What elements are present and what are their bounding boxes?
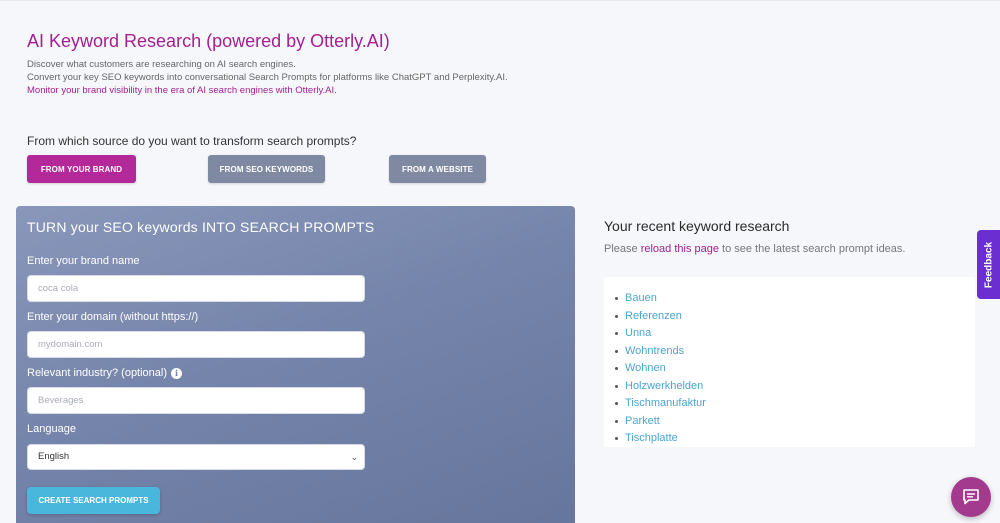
list-item: Holzwerkhelden [604,379,975,397]
keyword-link[interactable]: Wohntrends [625,345,684,357]
recent-research-title: Your recent keyword research [604,218,790,234]
list-item: Tischplatte [604,431,975,449]
keyword-link[interactable]: Holzwerkhelden [625,380,703,392]
create-search-prompts-button[interactable]: CREATE SEARCH PROMPTS [27,487,160,514]
from-website-button[interactable]: FROM A WEBSITE [389,155,486,183]
domain-label: Enter your domain (without https://) [27,311,199,323]
header: AI Keyword Research (powered by Otterly.… [27,30,747,97]
otterly-link[interactable]: Monitor your brand visibility in the era… [27,84,747,97]
page-title: AI Keyword Research (powered by Otterly.… [27,31,390,51]
page: AI Keyword Research (powered by Otterly.… [0,0,1000,523]
language-select[interactable]: English ⌄ [27,444,365,470]
hint-prefix: Please [604,243,641,255]
brand-name-input[interactable] [27,275,365,302]
from-brand-button[interactable]: FROM YOUR BRAND [27,155,136,183]
keyword-link[interactable]: Unna [625,327,651,339]
industry-input[interactable] [27,387,365,414]
hint-suffix: to see the latest search prompt ideas. [718,243,906,255]
keyword-link[interactable]: Referenzen [625,310,682,322]
feedback-label: Feedback [983,241,994,288]
industry-label-row: Relevant industry? (optional) i [27,367,183,379]
description-line-2: Convert your key SEO keywords into conve… [27,72,508,83]
language-selected-value: English [38,451,70,462]
language-label: Language [27,423,76,435]
list-item: Tischmanufaktur [604,396,975,414]
source-question: From which source do you want to transfo… [27,134,357,148]
description-line-1: Discover what customers are researching … [27,59,296,70]
chat-launcher-button[interactable] [951,477,991,517]
keyword-link[interactable]: Wohnen [625,362,666,374]
info-icon[interactable]: i [171,368,183,379]
list-item: Unna [604,326,975,344]
chat-icon [963,489,979,505]
form-title: TURN your SEO keywords INTO SEARCH PROMP… [27,219,375,235]
list-item: Wohnen [604,361,975,379]
list-item: Parkett [604,414,975,432]
keyword-link[interactable]: Bauen [625,292,657,304]
keyword-link[interactable]: Parkett [625,415,660,427]
from-seo-keywords-button[interactable]: FROM SEO KEYWORDS [208,155,325,183]
prompt-form-panel: TURN your SEO keywords INTO SEARCH PROMP… [16,206,575,523]
recent-research-hint: Please reload this page to see the lates… [604,243,905,255]
list-item: Referenzen [604,309,975,327]
reload-page-link[interactable]: reload this page [641,243,719,255]
chevron-down-icon: ⌄ [350,452,358,462]
recent-keyword-list: Bauen Referenzen Unna Wohntrends Wohnen … [604,277,975,447]
keyword-link[interactable]: Tischplatte [625,432,678,444]
keyword-link[interactable]: Tischmanufaktur [625,397,706,409]
list-item: Wohntrends [604,344,975,362]
top-divider [0,0,1000,1]
feedback-tab[interactable]: Feedback [977,230,1000,299]
brand-name-label: Enter your brand name [27,255,140,267]
industry-label: Relevant industry? (optional) [27,367,168,379]
domain-input[interactable] [27,331,365,358]
list-item: Bauen [604,291,975,309]
